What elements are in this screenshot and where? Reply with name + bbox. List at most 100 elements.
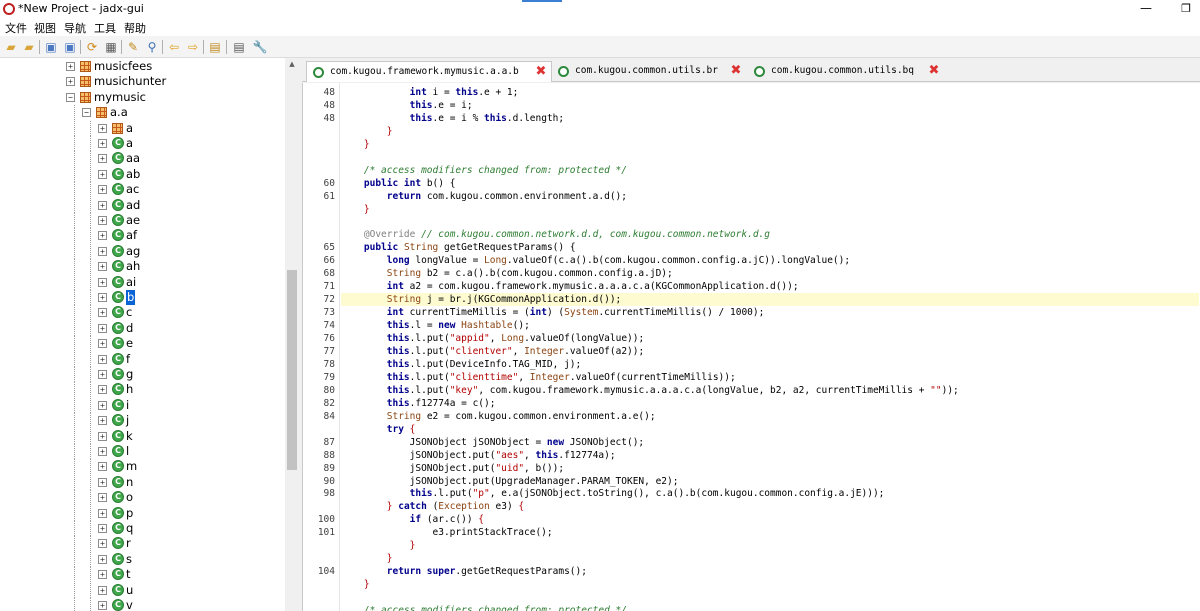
tree-package-item[interactable]: + musicfees xyxy=(0,59,285,74)
expand-icon[interactable]: + xyxy=(98,139,107,148)
menu-tools[interactable]: 工具 xyxy=(94,20,116,36)
sync-icon[interactable]: ⟳ xyxy=(84,39,100,55)
minimize-button[interactable]: — xyxy=(1136,0,1156,18)
expand-icon[interactable]: + xyxy=(98,216,107,225)
code-line[interactable]: @Override // com.kugou.common.network.d.… xyxy=(341,228,1199,241)
menu-view[interactable]: 视图 xyxy=(34,20,56,36)
tab-utils-bq[interactable]: com.kugou.common.utils.bq ✖ xyxy=(748,61,948,82)
code-line[interactable]: /* access modifiers changed from: protec… xyxy=(341,604,1199,611)
expand-icon[interactable]: + xyxy=(98,539,107,549)
code-line[interactable]: this.l.put("clienttime", Integer.valueOf… xyxy=(341,371,1199,384)
expand-icon[interactable]: + xyxy=(98,185,107,195)
expand-icon[interactable]: + xyxy=(98,524,107,533)
expand-icon[interactable]: + xyxy=(98,246,107,256)
code-line[interactable]: String b2 = c.a().b(com.kugou.common.con… xyxy=(341,267,1199,280)
code-line[interactable]: try { xyxy=(341,423,1199,436)
close-tab-icon[interactable]: ✖ xyxy=(928,64,940,78)
expand-icon[interactable]: + xyxy=(98,554,107,564)
deobfuscation-icon[interactable]: ▤ xyxy=(207,39,223,55)
code-line[interactable]: int currentTimeMillis = (int) (System.cu… xyxy=(341,306,1199,319)
tree-class-item[interactable]: + Cd xyxy=(0,320,285,336)
code-line[interactable]: } xyxy=(341,203,1199,216)
code-line[interactable]: } xyxy=(341,138,1199,151)
tree-class-item[interactable]: + Ck xyxy=(0,428,285,444)
tree-class-item[interactable]: + Cl xyxy=(0,444,285,459)
expand-icon[interactable]: + xyxy=(98,508,107,518)
tree-class-item[interactable]: + Ce xyxy=(0,336,285,352)
code-line[interactable]: } xyxy=(341,539,1199,552)
tree-class-item[interactable]: + Cag xyxy=(0,243,285,259)
code-editor[interactable]: 48 48 48 60 61 65 66 68 71 72 73 74 76 77 78 79 80 82 84 87… xyxy=(302,83,1200,611)
tree-class-item[interactable]: + Cm xyxy=(0,459,285,475)
tree-class-item[interactable]: + Cr xyxy=(0,536,285,552)
expand-icon[interactable]: + xyxy=(98,493,107,503)
tree-package-item[interactable]: + a xyxy=(0,120,285,136)
tree-package-item[interactable]: − mymusic xyxy=(0,90,285,105)
code-line[interactable]: public int b() { xyxy=(341,177,1199,190)
close-tab-icon[interactable]: ✖ xyxy=(535,65,547,79)
expand-icon[interactable]: + xyxy=(98,431,107,441)
code-line[interactable]: this.l.put("p", e.a(jSONObject.toString(… xyxy=(341,487,1199,500)
forward-icon[interactable]: ⇨ xyxy=(185,39,201,55)
expand-icon[interactable]: + xyxy=(98,231,107,241)
expand-icon[interactable]: + xyxy=(98,400,107,410)
tree-class-item[interactable]: + Cu xyxy=(0,582,285,598)
tree-class-item[interactable]: + Cf xyxy=(0,351,285,367)
add-files-icon[interactable]: ▰ xyxy=(21,39,37,55)
expand-icon[interactable]: + xyxy=(98,462,107,472)
expand-icon[interactable]: + xyxy=(98,385,107,395)
expand-icon[interactable]: + xyxy=(98,447,107,456)
tree-class-item[interactable]: + Cv xyxy=(0,598,285,611)
tree-class-item[interactable]: + Ca xyxy=(0,136,285,151)
expand-icon[interactable]: + xyxy=(66,62,75,71)
highlighted-code-line[interactable]: String j = br.j(KGCommonApplication.d())… xyxy=(341,293,1199,307)
menu-navigation[interactable]: 导航 xyxy=(64,20,86,36)
tree-scrollbar[interactable]: ▲ xyxy=(285,58,299,611)
expand-icon[interactable]: + xyxy=(98,585,107,595)
tree-class-item[interactable]: + Cah xyxy=(0,259,285,275)
code-line[interactable]: } xyxy=(341,552,1199,565)
expand-icon[interactable]: + xyxy=(98,416,107,426)
collapse-icon[interactable]: − xyxy=(66,92,75,102)
tree-package-item[interactable]: − a.a xyxy=(0,105,285,121)
code-line[interactable]: this.l = new Hashtable(); xyxy=(341,319,1199,332)
code-line[interactable]: } catch (Exception e3) { xyxy=(341,500,1199,513)
save-icon[interactable]: ▣ xyxy=(43,39,59,55)
expand-icon[interactable]: + xyxy=(98,293,107,302)
expand-icon[interactable]: + xyxy=(98,262,107,272)
tree-class-item[interactable]: + Caa xyxy=(0,151,285,167)
expand-icon[interactable]: + xyxy=(98,477,107,487)
preferences-icon[interactable]: 🔧 xyxy=(252,39,268,55)
code-line[interactable]: } xyxy=(341,578,1199,591)
tree-class-item[interactable]: + Ch xyxy=(0,382,285,398)
code-line[interactable]: if (ar.c()) { xyxy=(341,513,1199,526)
search-text-icon[interactable]: ✎ xyxy=(125,39,141,55)
tab-mymusic-a-a-b[interactable]: com.kugou.framework.mymusic.a.a.b ✖ xyxy=(306,61,552,82)
code-line[interactable]: /* access modifiers changed from: protec… xyxy=(341,164,1199,177)
code-line[interactable]: jSONObject.put(UpgradeManager.PARAM_TOKE… xyxy=(341,475,1199,488)
tree-class-item[interactable]: + Cp xyxy=(0,505,285,521)
code-line[interactable]: jSONObject.put("uid", b()); xyxy=(341,462,1199,475)
code-line[interactable]: int a2 = com.kugou.framework.mymusic.a.a… xyxy=(341,280,1199,293)
menu-file[interactable]: 文件 xyxy=(5,20,27,36)
close-tab-icon[interactable]: ✖ xyxy=(730,64,742,78)
code-line[interactable]: e3.printStackTrace(); xyxy=(341,526,1199,539)
code-line[interactable] xyxy=(341,151,1199,164)
expand-icon[interactable]: + xyxy=(98,323,107,333)
expand-icon[interactable]: + xyxy=(98,277,107,287)
code-line[interactable]: jSONObject.put("aes", this.f12774a); xyxy=(341,449,1199,462)
tree-class-item[interactable]: + Cn xyxy=(0,474,285,490)
code-line[interactable]: public String getGetRequestParams() { xyxy=(341,241,1199,254)
tree-class-item[interactable]: + Cae xyxy=(0,213,285,228)
tree-class-item[interactable]: + Cj xyxy=(0,413,285,429)
tree-class-item[interactable]: + Cc xyxy=(0,305,285,321)
save-all-icon[interactable]: ▣ xyxy=(62,39,78,55)
code-line[interactable]: return super.getGetRequestParams(); xyxy=(341,565,1199,578)
expand-icon[interactable]: + xyxy=(98,354,107,364)
expand-icon[interactable]: + xyxy=(98,370,107,379)
tab-utils-br[interactable]: com.kugou.common.utils.br ✖ xyxy=(552,61,748,82)
expand-icon[interactable]: + xyxy=(98,200,107,210)
tree-class-item[interactable]: + Cac xyxy=(0,182,285,198)
code-line[interactable]: return com.kugou.common.environment.a.d(… xyxy=(341,190,1199,203)
expand-icon[interactable]: + xyxy=(98,123,107,133)
